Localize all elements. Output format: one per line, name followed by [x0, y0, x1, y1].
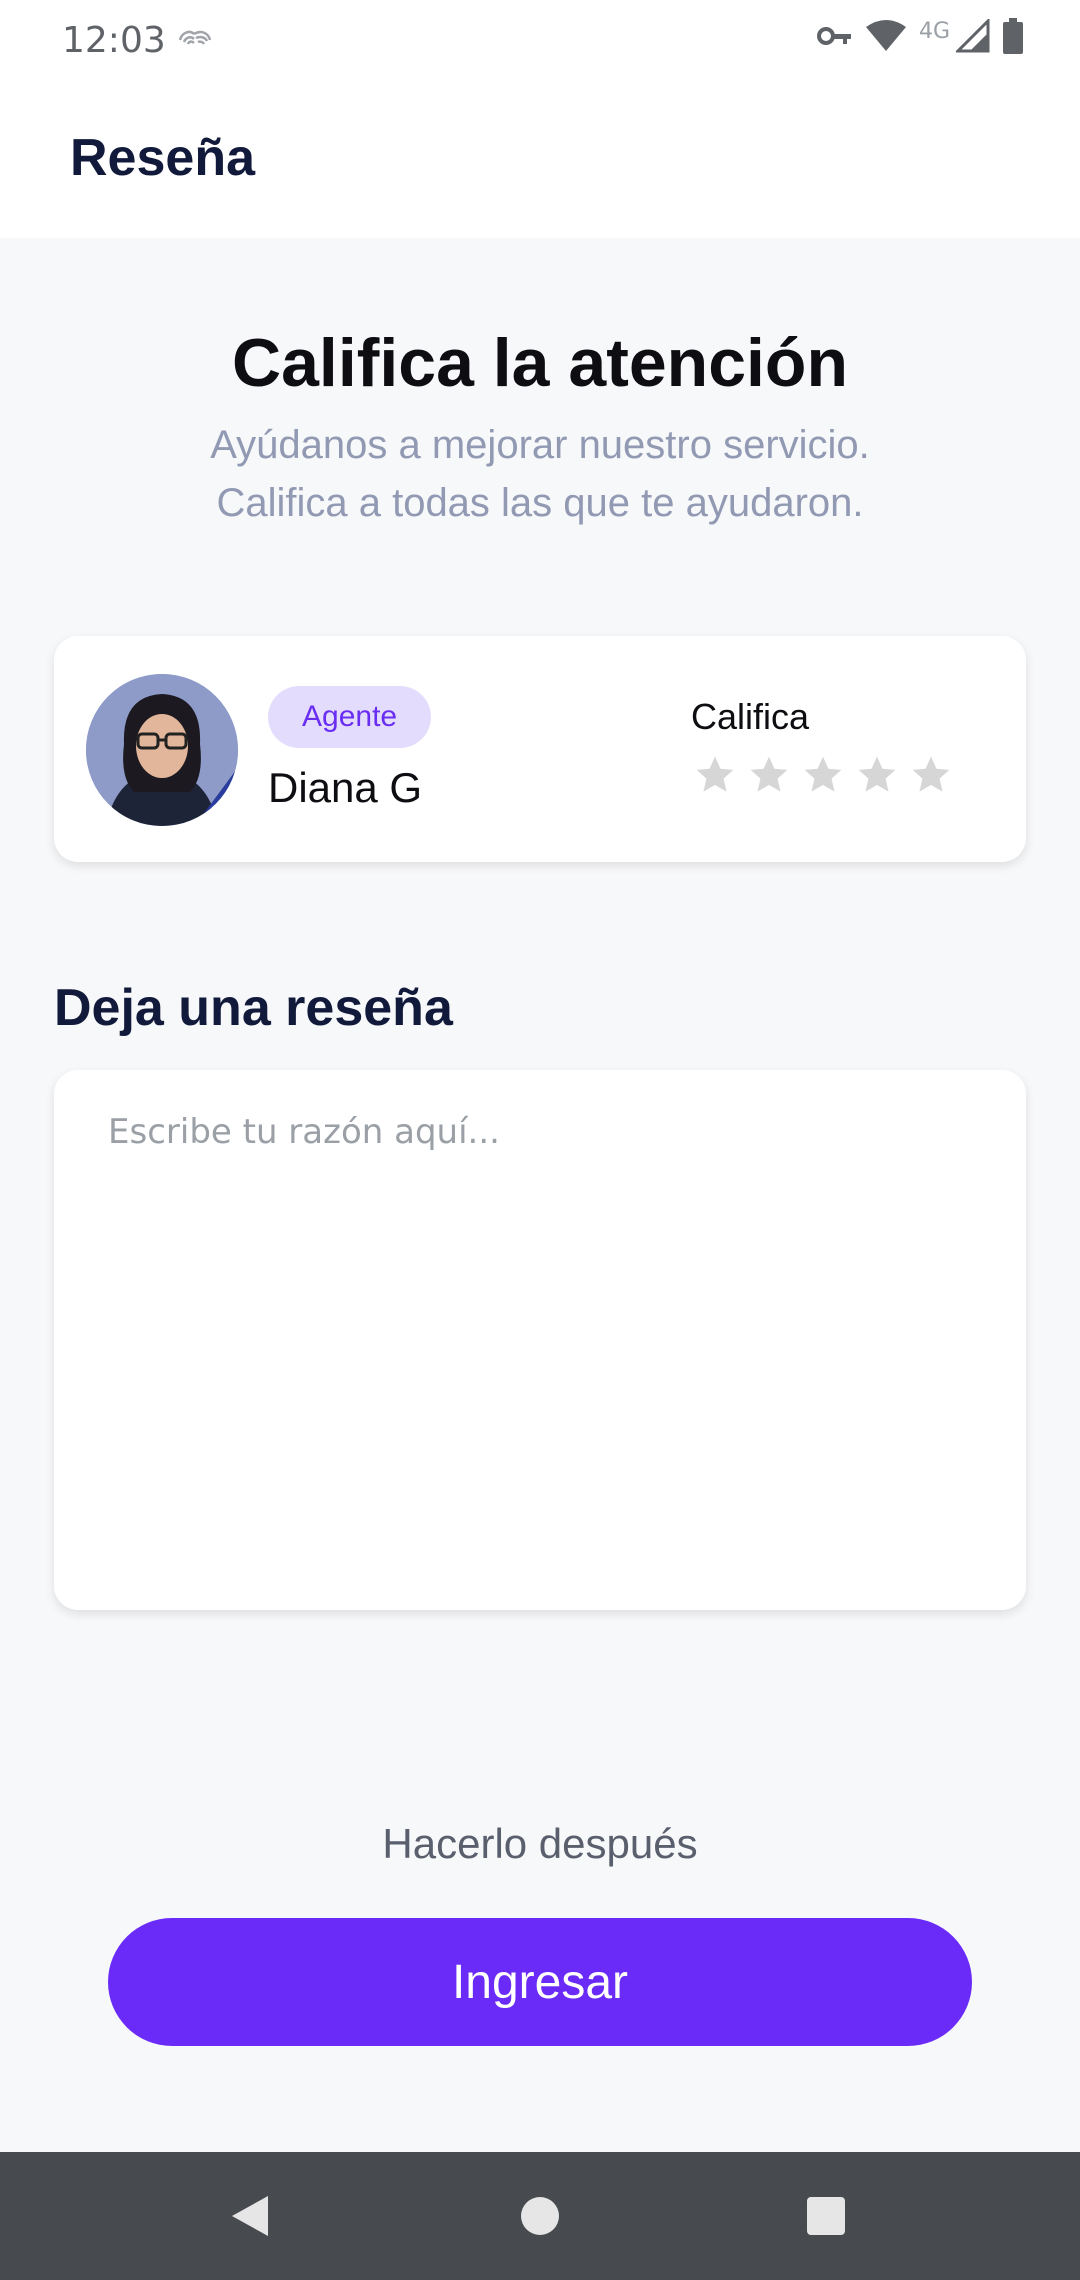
vpn-key-icon	[816, 24, 853, 53]
back-button[interactable]	[190, 2152, 310, 2280]
status-bar: 12:03 4G	[0, 0, 1080, 80]
star-icon[interactable]	[802, 754, 844, 796]
star-icon[interactable]	[856, 754, 898, 796]
network-type-label: 4G	[918, 19, 950, 44]
subtitle-text: Ayúdanos a mejorar nuestro servicio. Cal…	[210, 423, 870, 525]
rate-label: Califica	[691, 696, 810, 737]
battery-icon	[1002, 18, 1024, 59]
rating-subtitle: Ayúdanos a mejorar nuestro servicio. Cal…	[150, 416, 930, 532]
review-box	[54, 1070, 1026, 1610]
agent-avatar	[86, 674, 238, 826]
home-icon	[521, 2197, 559, 2235]
agent-name: Diana G	[268, 764, 423, 811]
submit-button[interactable]: Ingresar	[108, 1918, 972, 2046]
star-icon[interactable]	[694, 754, 736, 796]
system-nav-bar	[0, 2152, 1080, 2280]
main-content: Califica la atención Ayúdanos a mejorar …	[0, 238, 1080, 2152]
do-later-link[interactable]: Hacerlo después	[0, 1820, 1080, 1868]
recents-button[interactable]	[766, 2152, 886, 2280]
back-icon	[232, 2196, 268, 2236]
agent-role-badge: Agente	[268, 686, 432, 748]
status-icons: 4G	[816, 17, 1024, 59]
review-section-title: Deja una reseña	[54, 979, 453, 1037]
rating-headline: Califica la atención	[232, 325, 848, 401]
star-icon[interactable]	[910, 754, 952, 796]
home-button[interactable]	[480, 2152, 600, 2280]
app-bar: Reseña	[0, 80, 1080, 238]
star-icon[interactable]	[748, 754, 790, 796]
recents-icon	[807, 2197, 845, 2235]
status-time: 12:03	[62, 20, 166, 61]
review-textarea[interactable]	[54, 1070, 1026, 1610]
nfc-icon	[176, 26, 216, 59]
cell-signal-icon	[954, 17, 990, 58]
page-title: Reseña	[70, 129, 255, 187]
star-rating[interactable]	[694, 754, 952, 796]
wifi-icon	[865, 19, 907, 58]
agent-card: Agente Diana G Califica	[54, 636, 1026, 862]
